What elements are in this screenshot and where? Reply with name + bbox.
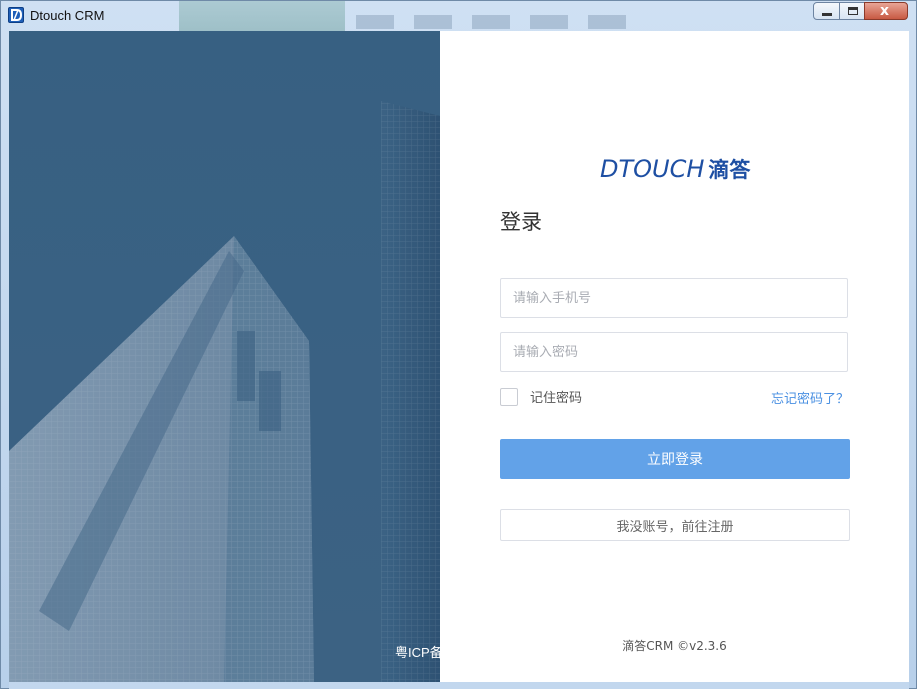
maximize-button[interactable]: [839, 2, 865, 20]
background-tab-ghost: [179, 1, 345, 31]
brand-logo-chinese: 滴答: [708, 158, 751, 182]
close-icon: x: [880, 3, 890, 19]
background-menu-ghost: [356, 15, 636, 29]
window-content: 粤ICP备 DTOUCH 滴答 登录 记住密码 忘记密码了？ 立即登录 我没账号…: [9, 31, 909, 682]
phone-input[interactable]: [501, 279, 847, 317]
minimize-button[interactable]: [813, 2, 840, 20]
password-input[interactable]: [501, 333, 847, 371]
icp-filing-text: 粤ICP备: [395, 645, 440, 660]
password-field[interactable]: [500, 332, 848, 372]
app-window: Dtouch CRM x 粤ICP备 DTOUCH 滴答 登录 请输入手机号 记…: [0, 0, 917, 689]
title-bar[interactable]: Dtouch CRM x: [1, 1, 916, 31]
close-button[interactable]: x: [864, 2, 908, 20]
maximize-icon: [848, 7, 858, 15]
window-bottom-border: [9, 682, 909, 689]
brand-logo: DTOUCH 滴答: [600, 150, 750, 188]
app-logo-icon: [8, 7, 24, 23]
remember-password[interactable]: 记住密码: [500, 387, 582, 406]
brand-logo-text: DTOUCH: [600, 155, 705, 183]
remember-label: 记住密码: [530, 391, 583, 406]
phone-field[interactable]: [500, 278, 848, 318]
minimize-icon: [822, 13, 832, 16]
remember-checkbox[interactable]: [500, 387, 518, 406]
hero-image: 粤ICP备: [9, 31, 440, 682]
skyscraper-illustration: [9, 31, 440, 682]
page-title: 登录: [500, 210, 542, 234]
login-button[interactable]: 立即登录: [500, 439, 850, 479]
version-footer: 滴答CRM ©v2.3.6: [622, 639, 727, 653]
window-title: Dtouch CRM: [30, 8, 105, 23]
forgot-password-link[interactable]: 忘记密码了？: [771, 388, 849, 407]
window-controls: x: [813, 2, 908, 22]
login-panel: DTOUCH 滴答 登录 记住密码 忘记密码了？ 立即登录 我没账号，前往注册 …: [440, 31, 909, 682]
register-button[interactable]: 我没账号，前往注册: [500, 509, 850, 541]
